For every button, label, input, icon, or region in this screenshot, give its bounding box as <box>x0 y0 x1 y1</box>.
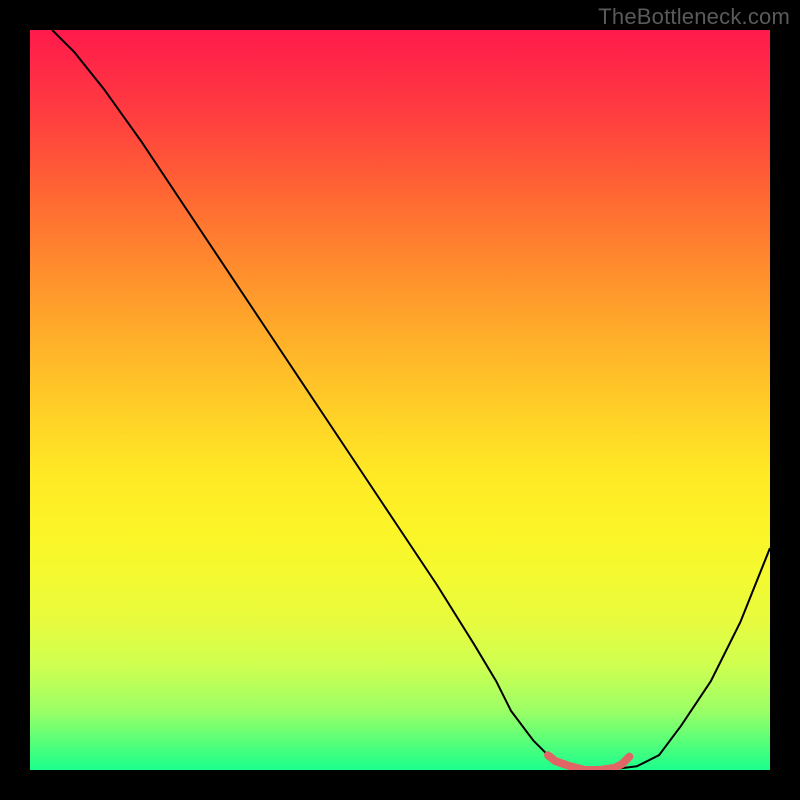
plot-area <box>30 30 770 770</box>
plot-svg <box>30 30 770 770</box>
highlight-segment <box>548 755 629 770</box>
curve-line <box>52 30 770 770</box>
chart-container: TheBottleneck.com <box>0 0 800 800</box>
watermark-label: TheBottleneck.com <box>598 4 790 30</box>
